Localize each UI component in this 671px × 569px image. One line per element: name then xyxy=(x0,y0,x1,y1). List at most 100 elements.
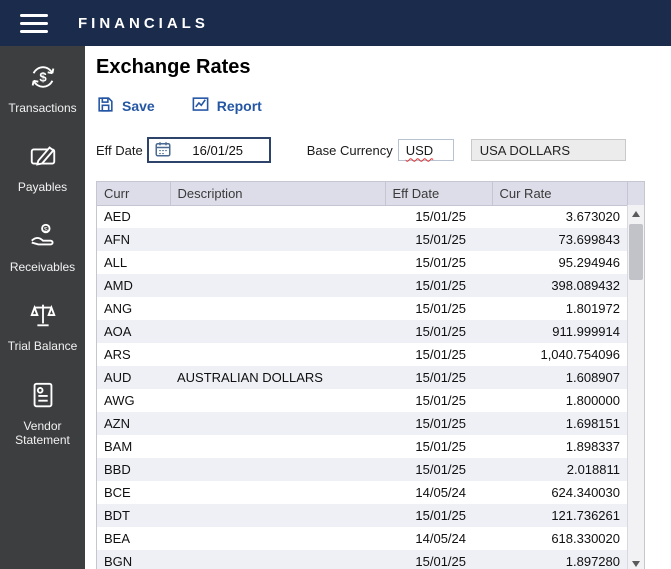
cell-curr: BAM xyxy=(104,439,133,454)
svg-text:$: $ xyxy=(39,70,47,85)
vertical-scrollbar[interactable] xyxy=(627,205,644,569)
calendar-icon[interactable] xyxy=(154,140,172,161)
scroll-up-button[interactable] xyxy=(628,205,644,222)
filter-form: Eff Date 16/01/25 Base Currency USD USA … xyxy=(96,137,671,163)
scrollbar-thumb[interactable] xyxy=(629,224,643,280)
cell-description xyxy=(170,550,385,569)
rates-table-body: AED 15/01/25 3.673020 AFN 15/01/25 73.69… xyxy=(97,205,628,569)
table-row[interactable]: BEA 14/05/24 618.330020 xyxy=(97,527,628,550)
cell-cur-rate: 1.608907 xyxy=(565,370,620,385)
cell-description xyxy=(170,274,385,297)
cell-cur-rate: 1.897280 xyxy=(565,554,620,569)
cell-eff-date: 15/01/25 xyxy=(415,209,466,225)
cell-eff-date: 15/01/25 xyxy=(415,324,466,339)
page-title: Exchange Rates xyxy=(96,56,251,78)
header-description: Description xyxy=(170,182,386,206)
cell-eff-date: 15/01/25 xyxy=(415,370,466,385)
cell-curr: BGN xyxy=(104,554,133,569)
table-row[interactable]: AUD AUSTRALIAN DOLLARS 15/01/25 1.608907 xyxy=(97,366,628,389)
base-currency-code: USD xyxy=(405,142,434,158)
table-row[interactable]: AOA 15/01/25 911.999914 xyxy=(97,320,628,343)
save-icon xyxy=(96,95,115,117)
table-row[interactable]: BDT 15/01/25 121.736261 xyxy=(97,504,628,527)
table-row[interactable]: AWG 15/01/25 1.800000 xyxy=(97,389,628,412)
table-row[interactable]: BCE 14/05/24 624.340030 xyxy=(97,481,628,504)
report-button[interactable]: Report xyxy=(191,95,262,117)
table-row[interactable]: BGN 15/01/25 1.897280 xyxy=(97,550,628,569)
cell-curr: AOA xyxy=(104,324,132,339)
table-row[interactable]: ARS 15/01/25 1,040.754096 xyxy=(97,343,628,366)
cell-cur-rate: 1.898337 xyxy=(565,439,620,454)
cell-description xyxy=(170,251,385,274)
app-title: FINANCIALS xyxy=(78,14,209,32)
cell-cur-rate: 1.801972 xyxy=(565,301,620,316)
base-currency-label: Base Currency xyxy=(306,142,393,158)
base-currency-name-field: USA DOLLARS xyxy=(470,139,626,161)
eff-date-input[interactable]: 16/01/25 xyxy=(146,137,271,163)
cell-description: AUSTRALIAN DOLLARS xyxy=(177,370,323,385)
cell-cur-rate: 1,040.754096 xyxy=(540,347,620,362)
cell-cur-rate: 121.736261 xyxy=(551,508,620,523)
arrow-up-icon xyxy=(632,210,640,217)
sidebar-item-label: Receivables xyxy=(9,259,76,274)
table-row[interactable]: AMD 15/01/25 398.089432 xyxy=(97,274,628,297)
sidebar-item-payables[interactable]: Payables xyxy=(0,141,85,194)
cell-cur-rate: 73.699843 xyxy=(558,232,620,247)
table-row[interactable]: BBD 15/01/25 2.018811 xyxy=(97,458,628,481)
cell-description xyxy=(170,458,385,481)
cell-curr: AUD xyxy=(104,370,132,385)
sidebar-item-vendor-statement[interactable]: Vendor Statement xyxy=(0,380,85,448)
cell-eff-date: 15/01/25 xyxy=(415,232,466,247)
cell-eff-date: 15/01/25 xyxy=(415,439,466,454)
cell-curr: AED xyxy=(104,209,131,225)
cell-description xyxy=(170,389,385,412)
sidebar-item-label: Vendor Statement xyxy=(15,418,70,447)
table-row[interactable]: AFN 15/01/25 73.699843 xyxy=(97,228,628,251)
cell-curr: BCE xyxy=(104,485,131,500)
cell-cur-rate: 2.018811 xyxy=(566,462,620,477)
cell-description xyxy=(170,527,385,550)
cell-eff-date: 15/01/25 xyxy=(415,301,466,316)
save-button[interactable]: Save xyxy=(96,95,155,117)
sidebar-item-trial-balance[interactable]: Trial Balance xyxy=(0,300,85,353)
cell-eff-date: 15/01/25 xyxy=(415,508,466,523)
base-currency-input[interactable]: USD xyxy=(397,139,454,161)
table-row[interactable]: ANG 15/01/25 1.801972 xyxy=(97,297,628,320)
save-label: Save xyxy=(122,98,155,114)
cell-eff-date: 15/01/25 xyxy=(415,393,466,408)
hand-coin-icon: $ xyxy=(28,221,58,256)
header-eff-date: Eff Date xyxy=(385,182,493,206)
cell-eff-date: 15/01/25 xyxy=(415,416,466,431)
table-row[interactable]: AZN 15/01/25 1.698151 xyxy=(97,412,628,435)
arrow-down-icon xyxy=(632,560,640,567)
cell-description xyxy=(170,297,385,320)
cell-eff-date: 15/01/25 xyxy=(415,255,466,270)
report-chart-icon xyxy=(191,95,210,117)
cell-cur-rate: 911.999914 xyxy=(552,324,620,339)
cell-cur-rate: 1.698151 xyxy=(565,416,620,431)
table-row[interactable]: AED 15/01/25 3.673020 xyxy=(97,205,628,228)
menu-icon[interactable] xyxy=(20,13,48,33)
sidebar: $ Transactions Payables $ Receivables Tr… xyxy=(0,46,85,569)
cell-curr: ARS xyxy=(104,347,131,362)
cell-description xyxy=(170,228,385,251)
scroll-down-button[interactable] xyxy=(628,555,644,569)
header-cur-rate: Cur Rate xyxy=(492,182,628,206)
cell-eff-date: 15/01/25 xyxy=(415,278,466,293)
cell-description xyxy=(170,412,385,435)
cell-eff-date: 14/05/24 xyxy=(415,485,466,500)
cell-eff-date: 15/01/25 xyxy=(415,347,466,362)
header-curr: Curr xyxy=(97,182,171,206)
cell-description xyxy=(170,504,385,527)
sidebar-item-label: Transactions xyxy=(8,101,77,115)
table-row[interactable]: BAM 15/01/25 1.898337 xyxy=(97,435,628,458)
sidebar-item-transactions[interactable]: $ Transactions xyxy=(0,62,85,115)
cell-description xyxy=(170,205,385,228)
table-row[interactable]: ALL 15/01/25 95.294946 xyxy=(97,251,628,274)
currency-sync-icon: $ xyxy=(28,62,58,97)
table-header-row: Curr Description Eff Date Cur Rate xyxy=(97,182,628,206)
cell-curr: AFN xyxy=(104,232,130,247)
eff-date-value: 16/01/25 xyxy=(192,142,244,158)
sidebar-item-receivables[interactable]: $ Receivables xyxy=(0,221,85,274)
cell-description xyxy=(170,481,385,504)
